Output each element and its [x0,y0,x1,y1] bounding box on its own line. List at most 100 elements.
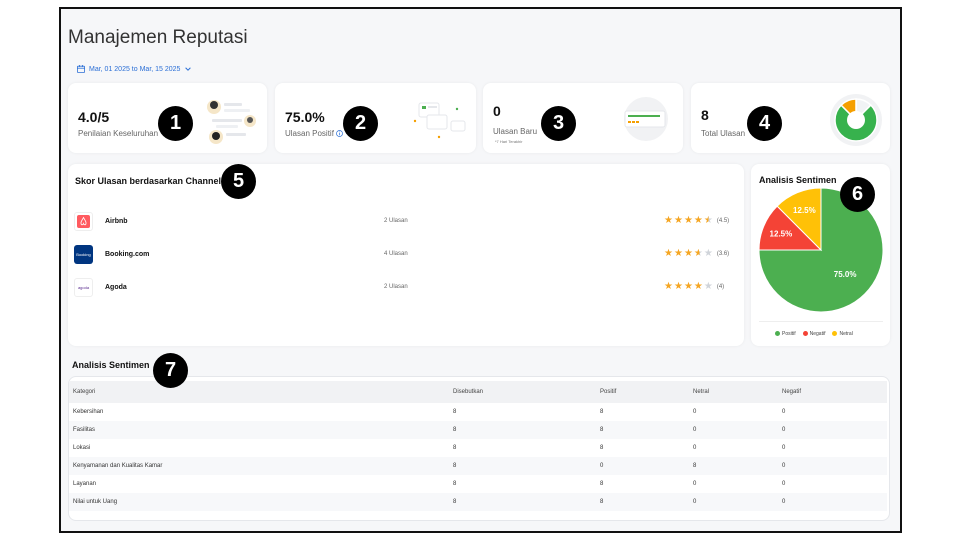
review-cards-illustration-icon [413,102,466,139]
info-icon[interactable] [336,130,343,137]
channel-score: (3.6) [716,251,730,257]
channel-rating: ★ ★ ★ ★ ★ (4.5) [664,216,729,226]
star-icon: ★ [673,215,683,226]
cell-negative: 0 [778,439,887,457]
agoda-logo-text: agoda [77,284,90,290]
new-review-illustration-icon [624,97,668,141]
cell-neutral: 0 [689,475,778,493]
col-header-positive: Positif [596,381,689,403]
cell-mentioned: 8 [449,475,596,493]
kpi-value: 8 [701,107,709,123]
reviewers-illustration-icon [207,100,256,144]
table-row: Fasilitas 8 8 0 0 [69,421,887,439]
annotation-badge-3: 3 [541,106,576,141]
cell-neutral: 0 [689,493,778,511]
cell-neutral: 0 [689,439,778,457]
cell-negative: 0 [778,457,887,475]
star-icon: ★ [683,281,693,292]
star-icon: ★ [664,281,673,292]
cell-positive: 0 [596,457,689,475]
cell-positive: 8 [596,439,689,457]
sentiment-legend: Positif Negatif Netral [775,331,853,337]
date-range-filter[interactable]: Mar, 01 2025 to Mar, 15 2025 [77,65,192,73]
kpi-label: Total Ulasan [701,129,745,138]
cell-mentioned: 8 [449,403,596,421]
channel-rating: ★ ★ ★ ★ ★ (3.6) [664,249,729,259]
sentiment-table: Kategori Disebutkan Positif Netral Negat… [69,381,887,511]
legend-item-positive: Positif [775,331,796,337]
col-header-mentioned: Disebutkan [449,381,596,403]
channel-row[interactable]: Booking Booking.com 4 Ulasan ★ ★ ★ ★ ★ (3.6) [74,243,740,265]
cell-category: Fasilitas [69,421,449,439]
cell-mentioned: 8 [449,421,596,439]
channel-rating: ★ ★ ★ ★ ★ (4) [664,282,724,292]
star-icon: ★ [693,281,703,292]
star-icon: ★ [693,248,703,259]
annotation-badge-6: 6 [840,177,875,212]
star-icon: ★ [673,281,683,292]
kpi-label-text: Ulasan Baru [493,127,538,136]
col-header-negative: Negatif [778,381,887,403]
annotation-badge-2: 2 [343,106,378,141]
cell-category: Lokasi [69,439,449,457]
booking-logo-text: Booking [76,251,91,257]
agoda-logo-icon: agoda [74,277,93,297]
channel-name: Agoda [105,283,127,291]
cell-positive: 8 [596,493,689,511]
channel-name: Booking.com [105,250,150,258]
cell-negative: 0 [778,475,887,493]
table-row: Lokasi 8 8 0 0 [69,439,887,457]
legend-label: Netral [839,331,853,337]
table-row: Kenyamanan dan Kualitas Kamar 8 0 8 0 [69,457,887,475]
col-header-neutral: Netral [689,381,778,403]
star-icon: ★ [664,215,673,226]
airbnb-mark-icon [77,214,90,228]
kpi-card-total-reviews: 8 Total Ulasan [691,83,890,153]
star-icon: ★ [703,248,713,259]
cell-neutral: 0 [689,403,778,421]
kpi-value: 0 [493,103,501,119]
annotation-badge-4: 4 [747,106,782,141]
kpi-label: Penilaian Keseluruhan [78,129,158,138]
cell-category: Nilai untuk Uang [69,493,449,511]
total-reviews-donut [830,94,882,146]
legend-label: Positif [782,331,796,337]
channel-review-count: 2 Ulasan [384,218,408,224]
legend-item-negative: Negatif [802,331,826,337]
table-row: Kebersihan 8 8 0 0 [69,403,887,421]
cell-category: Layanan [69,475,449,493]
cell-positive: 8 [596,403,689,421]
pie-label: 12.5% [793,206,816,215]
pie-label: 75.0% [834,270,857,279]
page-title: Manajemen Reputasi [68,27,248,48]
donut-hole [847,111,865,129]
star-icon: ★ [703,215,713,226]
annotation-badge-7: 7 [153,353,188,388]
channel-scores-title: Skor Ulasan berdasarkan Channel [75,176,222,186]
channel-score: (4.5) [716,218,730,224]
star-icon: ★ [703,281,713,292]
legend-item-neutral: Netral [832,331,853,337]
cell-positive: 8 [596,475,689,493]
annotation-badge-5: 5 [221,164,256,199]
channel-score: (4) [716,284,725,290]
pie-label: 12.5% [770,229,793,238]
date-range-label: Mar, 01 2025 to Mar, 15 2025 [89,65,181,73]
cell-mentioned: 8 [449,493,596,511]
channel-row[interactable]: Airbnb 2 Ulasan ★ ★ ★ ★ ★ (4.5) [74,210,740,232]
cell-category: Kebersihan [69,403,449,421]
cell-mentioned: 8 [449,457,596,475]
app-frame: Manajemen Reputasi Mar, 01 2025 to Mar, … [59,7,902,533]
annotation-badge-1: 1 [158,106,193,141]
col-header-category: Kategori [69,381,449,403]
cell-neutral: 8 [689,457,778,475]
chevron-down-icon [185,67,192,71]
kpi-label-text: Ulasan Positif [285,129,334,138]
cell-negative: 0 [778,421,887,439]
kpi-label: Ulasan Baru [493,127,537,136]
channel-row[interactable]: agoda Agoda 2 Ulasan ★ ★ ★ ★ ★ (4) [74,276,740,298]
star-icon: ★ [664,248,673,259]
cell-negative: 0 [778,493,887,511]
kpi-value: 75.0% [285,109,325,125]
legend-label: Negatif [809,331,826,337]
